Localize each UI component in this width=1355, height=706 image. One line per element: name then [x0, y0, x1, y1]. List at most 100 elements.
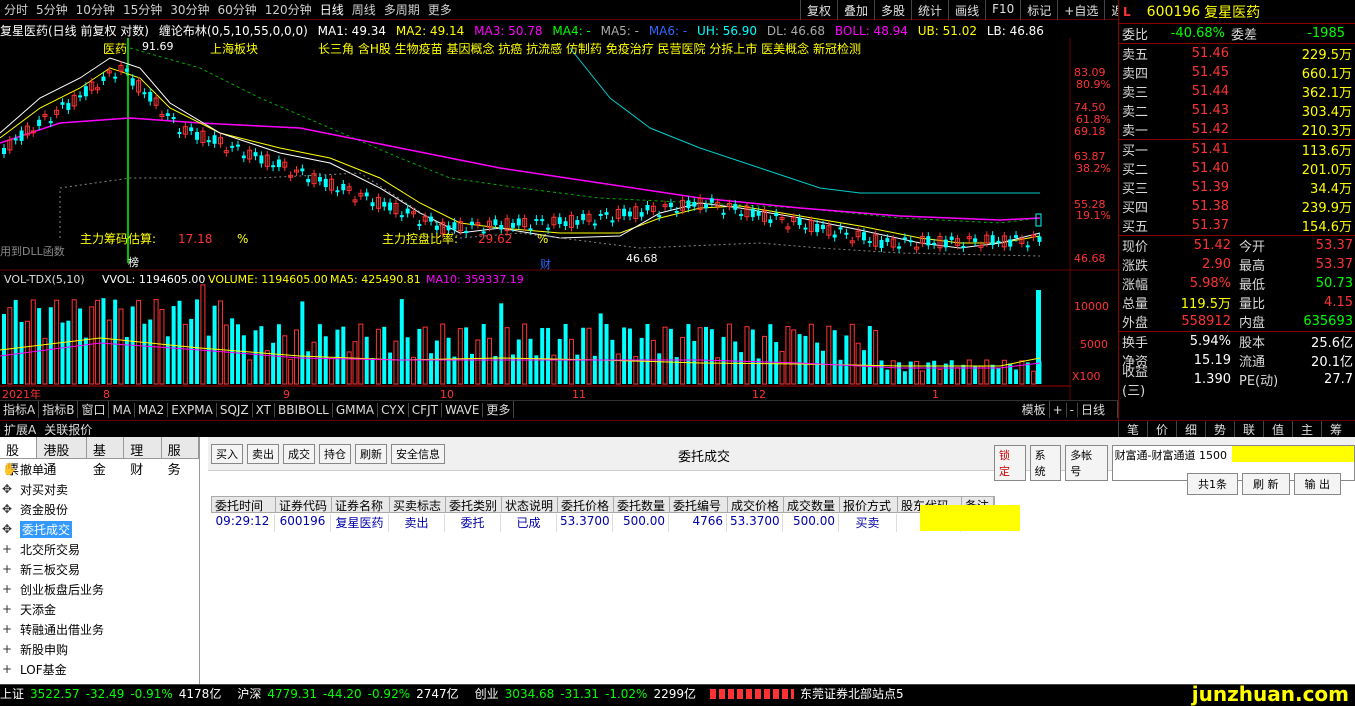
period-15min[interactable]: 15分钟	[119, 1, 166, 18]
tool-draw[interactable]: 画线	[948, 0, 985, 20]
security-info-button[interactable]: 安全信息	[391, 443, 445, 464]
column-header[interactable]: 成交价格	[728, 497, 784, 513]
tab-ma2[interactable]: MA2	[135, 402, 169, 417]
rtab-zhi[interactable]: 值	[1263, 421, 1292, 438]
period-30min[interactable]: 30分钟	[166, 1, 213, 18]
ask-row[interactable]: 卖四 51.45 660.1万	[1119, 63, 1355, 82]
buy-button[interactable]: 买入	[211, 443, 243, 464]
system-button[interactable]: 系统	[1029, 445, 1062, 481]
indicator-name[interactable]: 缠论布林(0,5,10,55,0,0,0)	[159, 24, 308, 38]
kline-chart[interactable]: 医药 91.69 上海板块 长三角 含H股 生物疫苗 基因概念 抗癌 抗流感 仿…	[0, 38, 1118, 400]
tree-item[interactable]: ✥ 资金股份	[0, 499, 199, 519]
tree-item[interactable]: + 北交所交易	[0, 539, 199, 559]
tab-indicator-a[interactable]: 指标A	[0, 401, 40, 418]
period-120min[interactable]: 120分钟	[261, 1, 316, 18]
period-daily[interactable]: 日线	[316, 1, 348, 18]
marker-cai[interactable]: 财	[540, 257, 551, 271]
period-10min[interactable]: 10分钟	[72, 1, 119, 18]
multi-account-button[interactable]: 多帐号	[1065, 445, 1108, 481]
tab-wave[interactable]: WAVE	[442, 402, 484, 417]
tree-tab-wealth[interactable]: 理财	[124, 437, 162, 478]
tree-tab-stock[interactable]: 股票	[0, 437, 38, 478]
tool-add-fav[interactable]: +自选	[1057, 0, 1104, 20]
period-60min[interactable]: 60分钟	[214, 1, 261, 18]
bid-row[interactable]: 买一 51.41 113.6万	[1119, 140, 1355, 159]
tab-ma[interactable]: MA	[109, 402, 136, 417]
column-header[interactable]: 委托数量	[614, 497, 670, 513]
period-multi[interactable]: 多周期	[380, 1, 424, 18]
tree-item[interactable]: + 天添金	[0, 599, 199, 619]
rtab-bi[interactable]: 笔	[1118, 421, 1147, 438]
ask-row[interactable]: 卖二 51.43 303.4万	[1119, 101, 1355, 120]
tree-tab-hk[interactable]: 港股通	[37, 437, 87, 478]
tab-sqjz[interactable]: SQJZ	[217, 402, 253, 417]
bid-row[interactable]: 买五 51.37 154.6万	[1119, 216, 1355, 235]
index-sz-label[interactable]: 沪深	[237, 685, 261, 702]
position-button[interactable]: 持仓	[319, 443, 351, 464]
tool-overlay[interactable]: 叠加	[837, 0, 874, 20]
tool-multi[interactable]: 多股	[874, 0, 911, 20]
tab-gmma[interactable]: GMMA	[333, 402, 379, 417]
tab-cfjt[interactable]: CFJT	[409, 402, 442, 417]
tree-item[interactable]: + 创业板盘后业务	[0, 579, 199, 599]
tab-more[interactable]: 更多	[483, 401, 515, 418]
table-row[interactable]: 09:29:12 600196 复星医药 卖出 委托 已成 53.3700 500.00 476…	[211, 514, 961, 532]
column-header[interactable]: 状态说明	[502, 497, 558, 513]
tree-item[interactable]: + 新三板交易	[0, 559, 199, 579]
tree-tab-service[interactable]: 服务	[162, 437, 199, 478]
rtab-lian[interactable]: 联	[1234, 421, 1263, 438]
marker-bang[interactable]: 榜	[128, 255, 139, 269]
period-fenshi[interactable]: 分时	[0, 1, 32, 18]
tool-f10[interactable]: F10	[985, 0, 1020, 20]
column-header[interactable]: 委托时间	[212, 497, 276, 513]
column-header[interactable]: 委托类别	[446, 497, 502, 513]
deal-button[interactable]: 成交	[283, 443, 315, 464]
column-header[interactable]: 买卖标志	[390, 497, 446, 513]
ask-row[interactable]: 卖一 51.42 210.3万	[1119, 120, 1355, 139]
tab-indicator-b[interactable]: 指标B	[39, 401, 79, 418]
period-more[interactable]: 更多	[424, 1, 456, 18]
lock-button[interactable]: 锁定	[994, 445, 1026, 481]
rtab-zhu[interactable]: 主	[1292, 421, 1321, 438]
rtab-chou[interactable]: 筹	[1321, 421, 1350, 438]
column-header[interactable]: 委托价格	[558, 497, 614, 513]
label-shanghai-block[interactable]: 上海板块	[210, 41, 258, 56]
period-label[interactable]: 日线	[1078, 401, 1118, 418]
tab-xt[interactable]: XT	[253, 402, 276, 417]
ask-row[interactable]: 卖五 51.46 229.5万	[1119, 44, 1355, 63]
broker-site[interactable]: 东莞证券北部站点5	[800, 685, 904, 702]
rtab-shi[interactable]: 势	[1205, 421, 1234, 438]
vol-title[interactable]: VOL-TDX(5,10)	[4, 273, 85, 286]
refresh-toolbar-button[interactable]: 刷新	[355, 443, 387, 464]
sell-button[interactable]: 卖出	[247, 443, 279, 464]
bid-row[interactable]: 买三 51.39 34.4万	[1119, 178, 1355, 197]
tree-item[interactable]: ✥ 对买对卖	[0, 479, 199, 499]
column-header[interactable]: 委托编号	[670, 497, 728, 513]
tool-stats[interactable]: 统计	[911, 0, 948, 20]
index-sh-label[interactable]: 上证	[0, 685, 24, 702]
index-cy-label[interactable]: 创业	[475, 685, 499, 702]
period-5min[interactable]: 5分钟	[32, 1, 72, 18]
tab-template[interactable]: 模板	[1019, 401, 1050, 418]
column-header[interactable]: 报价方式	[840, 497, 898, 513]
column-header[interactable]: 证券代码	[276, 497, 332, 513]
tab-bbiboll[interactable]: BBIBOLL	[275, 402, 333, 417]
column-header[interactable]: 成交数量	[784, 497, 840, 513]
bid-row[interactable]: 买四 51.38 239.9万	[1119, 197, 1355, 216]
ask-row[interactable]: 卖三 51.44 362.1万	[1119, 82, 1355, 101]
tree-tab-fund[interactable]: 基金	[87, 437, 125, 478]
tab-window[interactable]: 窗口	[78, 401, 110, 418]
zoom-in-button[interactable]: +	[1050, 402, 1067, 417]
tab-expma[interactable]: EXPMA	[168, 402, 217, 417]
column-header[interactable]: 证券名称	[332, 497, 390, 513]
tree-item[interactable]: + LOF基金	[0, 659, 199, 679]
concept-list[interactable]: 长三角 含H股 生物疫苗 基因概念 抗癌 抗流感 仿制药 免疫治疗 民营医院 分…	[318, 41, 861, 56]
rtab-xi[interactable]: 细	[1176, 421, 1205, 438]
tool-fuquan[interactable]: 复权	[800, 0, 837, 20]
rtab-jia[interactable]: 价	[1147, 421, 1176, 438]
refresh-button[interactable]: 刷 新	[1242, 473, 1290, 495]
tool-mark[interactable]: 标记	[1020, 0, 1057, 20]
bid-row[interactable]: 买二 51.40 201.0万	[1119, 159, 1355, 178]
zoom-out-button[interactable]: -	[1067, 402, 1078, 417]
tree-item[interactable]: + 新股申购	[0, 639, 199, 659]
